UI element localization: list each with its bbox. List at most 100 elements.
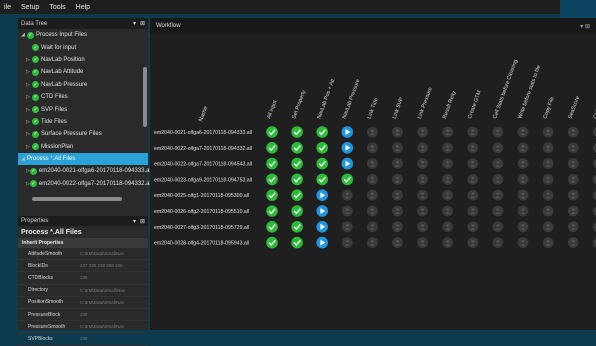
- column-header[interactable]: Create GTM: [467, 89, 483, 119]
- status-done-icon[interactable]: [266, 142, 278, 154]
- status-play-icon[interactable]: [316, 205, 328, 217]
- status-pending-icon[interactable]: [367, 237, 378, 249]
- tab-workflow[interactable]: Workflow: [156, 23, 181, 29]
- status-play-icon[interactable]: [316, 236, 328, 249]
- status-play-icon[interactable]: [316, 221, 328, 233]
- status-pending-icon[interactable]: [542, 205, 554, 217]
- status-done-icon[interactable]: [291, 173, 303, 186]
- status-done-icon[interactable]: [316, 157, 328, 170]
- row-name[interactable]: em2040-0023-olfga9-20170118-094753.all: [154, 177, 252, 183]
- column-header[interactable]: Cell Stats aft: [593, 88, 596, 119]
- property-value[interactable]: 235: [80, 336, 148, 341]
- status-pending-icon[interactable]: [492, 205, 504, 217]
- status-pending-icon[interactable]: [567, 221, 579, 233]
- property-value[interactable]: 228: [80, 312, 148, 317]
- property-value[interactable]: C:\EM\Data\Smal\Nav: [80, 251, 148, 256]
- status-pending-icon[interactable]: [542, 189, 554, 201]
- status-done-icon[interactable]: [266, 236, 278, 249]
- status-play-icon[interactable]: [316, 189, 328, 201]
- property-value[interactable]: 239: [80, 275, 148, 280]
- status-play-icon[interactable]: [341, 157, 354, 170]
- status-pending-icon[interactable]: [467, 174, 479, 185]
- dropdown-icon[interactable]: ▾: [133, 218, 136, 225]
- status-done-icon[interactable]: [291, 142, 303, 154]
- tree-node[interactable]: ✓ Wait for input: [18, 41, 148, 53]
- status-pending-icon[interactable]: [567, 189, 579, 201]
- tree-node[interactable]: ▷ ✓ Tide Files: [18, 116, 148, 128]
- status-pending-icon[interactable]: [517, 126, 529, 138]
- column-header[interactable]: SeaScore: [567, 95, 581, 119]
- status-pending-icon[interactable]: [517, 237, 529, 249]
- status-done-icon[interactable]: [266, 173, 278, 186]
- status-pending-icon[interactable]: [442, 205, 454, 217]
- tree-vertical-scrollbar[interactable]: [143, 67, 147, 127]
- status-pending-icon[interactable]: [392, 205, 403, 217]
- property-row[interactable]: SVPBlocks 235: [18, 333, 148, 346]
- property-value[interactable]: C:\EM\Data\Smal\Nav: [80, 324, 148, 329]
- status-pending-icon[interactable]: [542, 237, 554, 249]
- status-done-icon[interactable]: [316, 173, 328, 186]
- status-pending-icon[interactable]: [392, 221, 403, 233]
- status-pending-icon[interactable]: [341, 237, 353, 249]
- status-done-icon[interactable]: [341, 173, 354, 186]
- tree-node[interactable]: ▷ ✓ em2040-0021-olfga6-20170118-094333.all: [18, 165, 152, 177]
- tree-node[interactable]: ▷ ✓ Surface Pressure Files: [18, 128, 148, 140]
- status-pending-icon[interactable]: [417, 189, 428, 201]
- status-pending-icon[interactable]: [367, 142, 378, 154]
- status-done-icon[interactable]: [316, 142, 328, 154]
- status-done-icon[interactable]: [266, 126, 278, 138]
- status-pending-icon[interactable]: [442, 237, 454, 249]
- status-done-icon[interactable]: [291, 157, 303, 170]
- status-pending-icon[interactable]: [367, 158, 378, 169]
- property-value[interactable]: C:\EM\Data\Small\Nav: [80, 288, 148, 293]
- property-row[interactable]: Directory C:\EM\Data\Small\Nav: [18, 285, 148, 297]
- status-pending-icon[interactable]: [492, 158, 504, 169]
- status-pending-icon[interactable]: [367, 221, 378, 233]
- tree-node[interactable]: ▷ ✓ SVP Files: [18, 103, 148, 115]
- status-pending-icon[interactable]: [567, 174, 579, 185]
- status-pending-icon[interactable]: [492, 142, 504, 154]
- column-header-name[interactable]: Name: [198, 105, 209, 123]
- status-pending-icon[interactable]: [492, 189, 504, 201]
- property-row[interactable]: AttitudeSmooth C:\EM\Data\Smal\Nav: [18, 248, 148, 261]
- status-pending-icon[interactable]: [467, 237, 479, 249]
- property-value[interactable]: 237 235 238 258 240: [80, 263, 148, 268]
- row-name[interactable]: em2040-0027-olfg3-20170118-095729.all: [154, 225, 249, 231]
- menu-tools[interactable]: Tools: [49, 4, 65, 11]
- status-pending-icon[interactable]: [392, 174, 403, 185]
- tree-node[interactable]: ▷ ✓ em2040-0022-olfga7-20170118-094332.all: [18, 178, 152, 190]
- row-name[interactable]: em2040-0022-olfga7-20170118-094543.all: [154, 162, 252, 168]
- row-name[interactable]: em2040-0022-olfga7-20170118-094332.all: [154, 146, 252, 152]
- status-pending-icon[interactable]: [367, 126, 378, 138]
- status-pending-icon[interactable]: [467, 221, 479, 233]
- status-pending-icon[interactable]: [392, 126, 403, 138]
- column-header[interactable]: Link SVP: [392, 96, 405, 119]
- column-header[interactable]: Copy File: [542, 96, 555, 119]
- status-pending-icon[interactable]: [517, 142, 529, 154]
- dropdown-icon[interactable]: ▾: [133, 20, 136, 27]
- status-done-icon[interactable]: [266, 221, 278, 233]
- status-done-icon[interactable]: [266, 189, 278, 201]
- row-name[interactable]: em2040-0028-olfg4-20170118-095943.all: [154, 241, 249, 247]
- status-play-icon[interactable]: [341, 126, 354, 138]
- status-pending-icon[interactable]: [517, 189, 529, 201]
- status-pending-icon[interactable]: [341, 189, 353, 201]
- status-done-icon[interactable]: [291, 189, 303, 201]
- status-pending-icon[interactable]: [417, 142, 428, 154]
- status-pending-icon[interactable]: [442, 158, 454, 169]
- column-header[interactable]: NavLab Pressure: [342, 78, 362, 119]
- status-pending-icon[interactable]: [567, 158, 579, 169]
- row-name[interactable]: em2040-0025-olfg1-20170118-095300.all: [154, 193, 249, 199]
- close-icon[interactable]: ⊠: [140, 20, 145, 27]
- status-pending-icon[interactable]: [517, 158, 529, 169]
- status-pending-icon[interactable]: [442, 174, 454, 185]
- status-pending-icon[interactable]: [542, 142, 554, 154]
- row-name[interactable]: em2040-0026-olfg2-20170118-095510.all: [154, 209, 249, 215]
- status-pending-icon[interactable]: [492, 126, 504, 138]
- status-pending-icon[interactable]: [417, 237, 428, 249]
- status-pending-icon[interactable]: [442, 189, 454, 201]
- status-pending-icon[interactable]: [341, 221, 353, 233]
- status-pending-icon[interactable]: [517, 221, 529, 233]
- tree-node[interactable]: ▷ ✓ NavLab Position: [18, 54, 148, 66]
- status-pending-icon[interactable]: [442, 126, 454, 138]
